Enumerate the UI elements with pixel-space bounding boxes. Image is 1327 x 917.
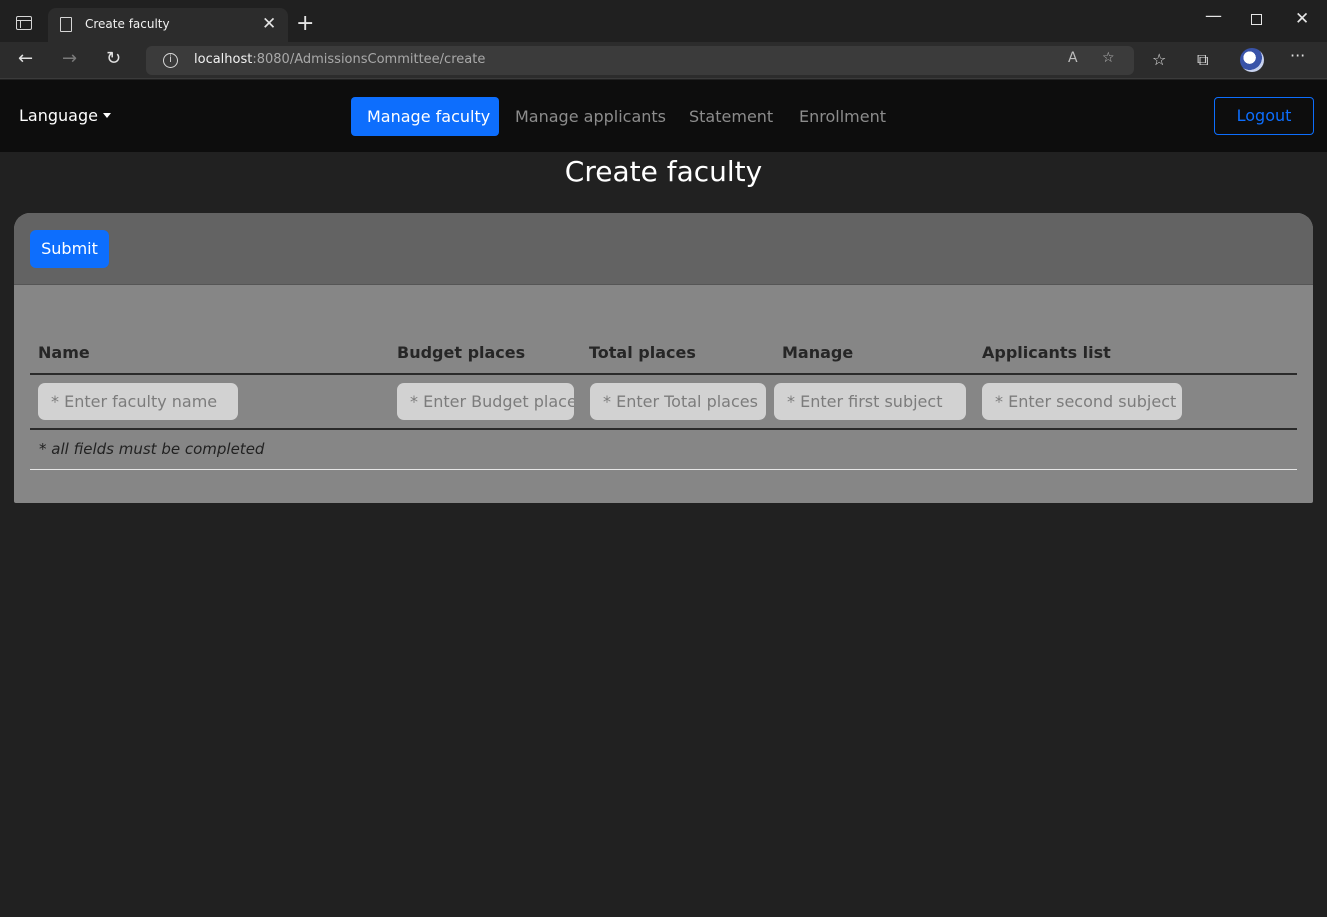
- forward-icon[interactable]: →: [62, 48, 77, 70]
- minimize-icon[interactable]: —: [1205, 6, 1222, 26]
- table-header-divider: [30, 373, 1297, 375]
- browser-tab[interactable]: Create faculty ✕: [48, 8, 288, 42]
- caret-down-icon: [102, 113, 111, 118]
- first-subject-input[interactable]: * Enter first subject: [774, 383, 966, 420]
- total-places-input[interactable]: * Enter Total places: [590, 383, 766, 420]
- address-bar[interactable]: i localhost:8080/AdmissionsCommittee/cre…: [146, 46, 1134, 75]
- url-path: :8080/AdmissionsCommittee/create: [252, 52, 486, 67]
- tab-actions-icon[interactable]: [16, 16, 32, 30]
- more-icon[interactable]: ···: [1290, 46, 1305, 65]
- refresh-icon[interactable]: ↻: [106, 48, 121, 70]
- new-tab-icon[interactable]: +: [296, 12, 314, 36]
- nav-manage-applicants[interactable]: Manage applicants: [499, 97, 682, 136]
- profile-avatar[interactable]: [1240, 48, 1264, 72]
- nav-manage-faculty[interactable]: Manage faculty: [351, 97, 499, 136]
- language-label: Language: [19, 106, 98, 125]
- tab-close-icon[interactable]: ✕: [262, 14, 276, 34]
- page-title: Create faculty: [564, 155, 763, 188]
- app-navbar: Language Manage faculty Manage applicant…: [0, 80, 1327, 152]
- browser-toolbar: ← → ↻ i localhost:8080/AdmissionsCommitt…: [0, 42, 1327, 79]
- faculty-name-input[interactable]: * Enter faculty name: [38, 383, 238, 420]
- second-subject-input[interactable]: * Enter second subject: [982, 383, 1182, 420]
- create-faculty-card: Submit Name Budget places Total places M…: [14, 213, 1313, 503]
- column-header-name: Name: [38, 343, 90, 362]
- url-host: localhost: [194, 52, 253, 67]
- card-header: Submit: [14, 213, 1313, 285]
- collections-icon[interactable]: ⧉: [1197, 50, 1208, 70]
- nav-statement[interactable]: Statement: [673, 97, 789, 136]
- budget-places-input[interactable]: * Enter Budget places: [397, 383, 574, 420]
- page-icon: [60, 17, 72, 32]
- browser-titlebar: Create faculty ✕ + — ✕: [0, 0, 1327, 42]
- window-close-icon[interactable]: ✕: [1295, 9, 1309, 29]
- tab-title: Create faculty: [85, 17, 170, 31]
- column-header-applicants-list: Applicants list: [982, 343, 1111, 362]
- column-header-manage: Manage: [782, 343, 854, 362]
- language-dropdown[interactable]: Language: [19, 106, 111, 125]
- maximize-icon[interactable]: [1251, 14, 1262, 25]
- column-header-total-places: Total places: [589, 343, 696, 362]
- logout-button[interactable]: Logout: [1214, 97, 1314, 135]
- site-info-icon[interactable]: i: [163, 53, 178, 68]
- column-header-budget-places: Budget places: [397, 343, 526, 362]
- url-text[interactable]: localhost:8080/AdmissionsCommittee/creat…: [194, 52, 485, 67]
- read-aloud-icon[interactable]: A: [1068, 50, 1078, 66]
- table-row-divider: [30, 428, 1297, 430]
- add-favorite-icon[interactable]: ☆: [1102, 50, 1115, 66]
- submit-button[interactable]: Submit: [30, 230, 109, 268]
- favorites-icon[interactable]: ☆: [1152, 50, 1166, 69]
- required-fields-note: * all fields must be completed: [39, 440, 265, 458]
- table-footer-divider: [30, 469, 1297, 470]
- nav-enrollment[interactable]: Enrollment: [783, 97, 902, 136]
- back-icon[interactable]: ←: [18, 48, 33, 70]
